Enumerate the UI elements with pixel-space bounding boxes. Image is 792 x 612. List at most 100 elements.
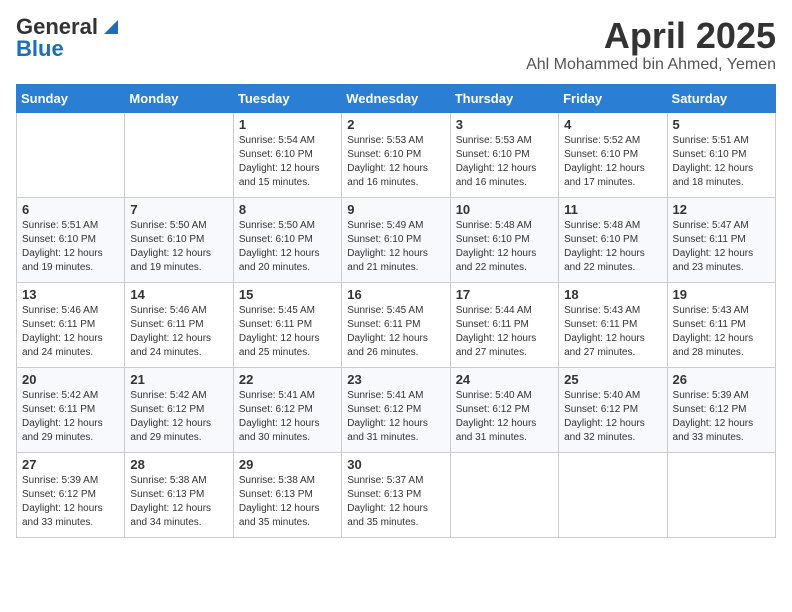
day-info: Sunrise: 5:54 AMSunset: 6:10 PMDaylight:…	[239, 134, 336, 190]
day-info: Sunrise: 5:52 AMSunset: 6:10 PMDaylight:…	[564, 134, 661, 190]
day-info: Sunrise: 5:37 AMSunset: 6:13 PMDaylight:…	[347, 474, 444, 530]
weekday-header-thursday: Thursday	[450, 84, 558, 112]
calendar-day-cell: 12 Sunrise: 5:47 AMSunset: 6:11 PMDayligh…	[667, 197, 775, 282]
calendar-week-row: 27 Sunrise: 5:39 AMSunset: 6:12 PMDayligh…	[17, 452, 776, 537]
logo: General Blue	[16, 16, 122, 60]
day-number: 2	[347, 117, 444, 132]
calendar-day-cell: 9Sunrise: 5:49 AMSunset: 6:10 PMDaylight…	[342, 197, 450, 282]
day-number: 22	[239, 372, 336, 387]
logo-general: General	[16, 16, 98, 38]
day-info: Sunrise: 5:41 AMSunset: 6:12 PMDaylight:…	[347, 389, 444, 445]
day-info: Sunrise: 5:45 AMSunset: 6:11 PMDaylight:…	[239, 304, 336, 360]
weekday-header-wednesday: Wednesday	[342, 84, 450, 112]
day-info: Sunrise: 5:39 AMSunset: 6:12 PMDaylight:…	[673, 389, 770, 445]
day-number: 7	[130, 202, 227, 217]
day-info: Sunrise: 5:51 AMSunset: 6:10 PMDaylight:…	[22, 219, 119, 275]
calendar-day-cell: 19Sunrise: 5:43 AMSunset: 6:11 PMDayligh…	[667, 282, 775, 367]
calendar-day-cell: 25 Sunrise: 5:40 AMSunset: 6:12 PMDayligh…	[559, 367, 667, 452]
day-info: Sunrise: 5:41 AMSunset: 6:12 PMDaylight:…	[239, 389, 336, 445]
day-number: 19	[673, 287, 770, 302]
calendar-day-cell: 14 Sunrise: 5:46 AMSunset: 6:11 PMDayligh…	[125, 282, 233, 367]
calendar-day-cell	[667, 452, 775, 537]
header: General Blue April 2025 Ahl Mohammed bin…	[16, 16, 776, 74]
weekday-header-saturday: Saturday	[667, 84, 775, 112]
calendar-day-cell	[450, 452, 558, 537]
calendar-day-cell: 4 Sunrise: 5:52 AMSunset: 6:10 PMDaylight…	[559, 112, 667, 197]
day-info: Sunrise: 5:45 AMSunset: 6:11 PMDaylight:…	[347, 304, 444, 360]
calendar-day-cell: 18 Sunrise: 5:43 AMSunset: 6:11 PMDayligh…	[559, 282, 667, 367]
calendar-day-cell: 29 Sunrise: 5:38 AMSunset: 6:13 PMDayligh…	[233, 452, 341, 537]
day-number: 26	[673, 372, 770, 387]
day-info: Sunrise: 5:53 AMSunset: 6:10 PMDaylight:…	[456, 134, 553, 190]
calendar-day-cell: 1 Sunrise: 5:54 AMSunset: 6:10 PMDaylight…	[233, 112, 341, 197]
day-info: Sunrise: 5:49 AMSunset: 6:10 PMDaylight:…	[347, 219, 444, 275]
day-info: Sunrise: 5:50 AMSunset: 6:10 PMDaylight:…	[130, 219, 227, 275]
day-info: Sunrise: 5:46 AMSunset: 6:11 PMDaylight:…	[130, 304, 227, 360]
day-info: Sunrise: 5:50 AMSunset: 6:10 PMDaylight:…	[239, 219, 336, 275]
day-number: 3	[456, 117, 553, 132]
day-number: 17	[456, 287, 553, 302]
calendar-day-cell: 22 Sunrise: 5:41 AMSunset: 6:12 PMDayligh…	[233, 367, 341, 452]
day-info: Sunrise: 5:38 AMSunset: 6:13 PMDaylight:…	[130, 474, 227, 530]
calendar-day-cell: 7 Sunrise: 5:50 AMSunset: 6:10 PMDaylight…	[125, 197, 233, 282]
calendar-day-cell: 24 Sunrise: 5:40 AMSunset: 6:12 PMDayligh…	[450, 367, 558, 452]
day-number: 12	[673, 202, 770, 217]
calendar-week-row: 13 Sunrise: 5:46 AMSunset: 6:11 PMDayligh…	[17, 282, 776, 367]
calendar-day-cell: 26 Sunrise: 5:39 AMSunset: 6:12 PMDayligh…	[667, 367, 775, 452]
day-info: Sunrise: 5:53 AMSunset: 6:10 PMDaylight:…	[347, 134, 444, 190]
calendar-day-cell	[125, 112, 233, 197]
day-number: 15	[239, 287, 336, 302]
calendar-day-cell: 20Sunrise: 5:42 AMSunset: 6:11 PMDayligh…	[17, 367, 125, 452]
day-number: 23	[347, 372, 444, 387]
calendar-day-cell: 13 Sunrise: 5:46 AMSunset: 6:11 PMDayligh…	[17, 282, 125, 367]
calendar-day-cell: 21Sunrise: 5:42 AMSunset: 6:12 PMDayligh…	[125, 367, 233, 452]
day-number: 18	[564, 287, 661, 302]
calendar-day-cell: 16 Sunrise: 5:45 AMSunset: 6:11 PMDayligh…	[342, 282, 450, 367]
day-number: 29	[239, 457, 336, 472]
day-number: 25	[564, 372, 661, 387]
day-number: 5	[673, 117, 770, 132]
weekday-header-monday: Monday	[125, 84, 233, 112]
month-title: April 2025	[526, 16, 776, 56]
day-info: Sunrise: 5:48 AMSunset: 6:10 PMDaylight:…	[456, 219, 553, 275]
day-info: Sunrise: 5:39 AMSunset: 6:12 PMDaylight:…	[22, 474, 119, 530]
day-number: 4	[564, 117, 661, 132]
day-info: Sunrise: 5:48 AMSunset: 6:10 PMDaylight:…	[564, 219, 661, 275]
weekday-header-tuesday: Tuesday	[233, 84, 341, 112]
calendar-week-row: 20Sunrise: 5:42 AMSunset: 6:11 PMDayligh…	[17, 367, 776, 452]
day-info: Sunrise: 5:47 AMSunset: 6:11 PMDaylight:…	[673, 219, 770, 275]
calendar-table: SundayMondayTuesdayWednesdayThursdayFrid…	[16, 84, 776, 538]
day-number: 14	[130, 287, 227, 302]
calendar-day-cell: 27 Sunrise: 5:39 AMSunset: 6:12 PMDayligh…	[17, 452, 125, 537]
day-number: 13	[22, 287, 119, 302]
calendar-day-cell: 30 Sunrise: 5:37 AMSunset: 6:13 PMDayligh…	[342, 452, 450, 537]
location-title: Ahl Mohammed bin Ahmed, Yemen	[526, 56, 776, 74]
day-number: 11	[564, 202, 661, 217]
day-number: 1	[239, 117, 336, 132]
day-number: 24	[456, 372, 553, 387]
day-info: Sunrise: 5:51 AMSunset: 6:10 PMDaylight:…	[673, 134, 770, 190]
calendar-day-cell: 15 Sunrise: 5:45 AMSunset: 6:11 PMDayligh…	[233, 282, 341, 367]
weekday-header-friday: Friday	[559, 84, 667, 112]
weekday-header-sunday: Sunday	[17, 84, 125, 112]
calendar-day-cell: 23 Sunrise: 5:41 AMSunset: 6:12 PMDayligh…	[342, 367, 450, 452]
day-info: Sunrise: 5:42 AMSunset: 6:12 PMDaylight:…	[130, 389, 227, 445]
day-info: Sunrise: 5:40 AMSunset: 6:12 PMDaylight:…	[564, 389, 661, 445]
day-number: 6	[22, 202, 119, 217]
day-info: Sunrise: 5:42 AMSunset: 6:11 PMDaylight:…	[22, 389, 119, 445]
day-info: Sunrise: 5:40 AMSunset: 6:12 PMDaylight:…	[456, 389, 553, 445]
calendar-day-cell: 3 Sunrise: 5:53 AMSunset: 6:10 PMDaylight…	[450, 112, 558, 197]
day-number: 8	[239, 202, 336, 217]
day-number: 27	[22, 457, 119, 472]
logo-blue: Blue	[16, 38, 64, 60]
day-info: Sunrise: 5:38 AMSunset: 6:13 PMDaylight:…	[239, 474, 336, 530]
day-number: 16	[347, 287, 444, 302]
calendar-day-cell: 17Sunrise: 5:44 AMSunset: 6:11 PMDayligh…	[450, 282, 558, 367]
calendar-day-cell: 8 Sunrise: 5:50 AMSunset: 6:10 PMDaylight…	[233, 197, 341, 282]
day-info: Sunrise: 5:43 AMSunset: 6:11 PMDaylight:…	[564, 304, 661, 360]
calendar-day-cell: 10Sunrise: 5:48 AMSunset: 6:10 PMDayligh…	[450, 197, 558, 282]
calendar-week-row: 6 Sunrise: 5:51 AMSunset: 6:10 PMDaylight…	[17, 197, 776, 282]
day-number: 30	[347, 457, 444, 472]
calendar-day-cell: 6 Sunrise: 5:51 AMSunset: 6:10 PMDaylight…	[17, 197, 125, 282]
day-info: Sunrise: 5:46 AMSunset: 6:11 PMDaylight:…	[22, 304, 119, 360]
